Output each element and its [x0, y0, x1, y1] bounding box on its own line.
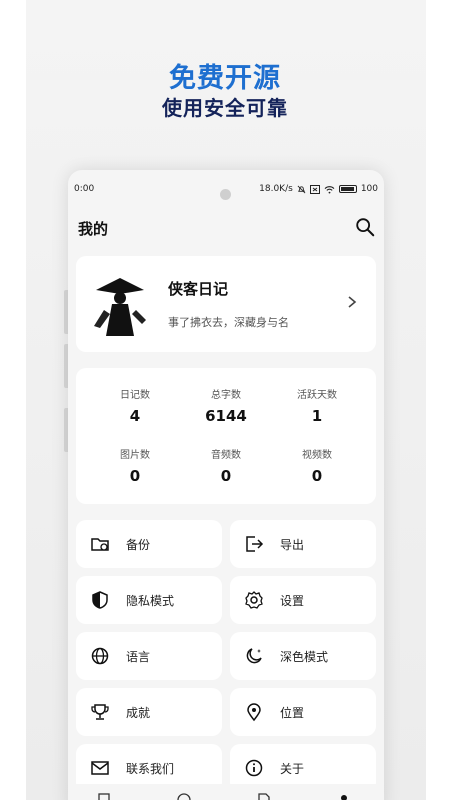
stat-image-count: 图片数 0	[90, 446, 180, 485]
menu-item-language[interactable]: 语言	[76, 632, 222, 680]
explore-nav-icon[interactable]	[176, 792, 192, 800]
stats-card: 日记数 4 总字数 6144 活跃天数 1 图片数 0 音频数 0 视频数 0	[76, 368, 376, 504]
menu-item-location[interactable]: 位置	[230, 688, 376, 736]
menu-label: 联系我们	[126, 762, 175, 776]
trophy-icon	[91, 704, 109, 720]
menu-label: 导出	[280, 538, 305, 552]
stat-word-count: 总字数 6144	[181, 386, 271, 425]
location-pin-icon	[247, 703, 261, 722]
battery-level: 100	[360, 184, 378, 194]
menu-label: 隐私模式	[126, 594, 175, 608]
folder-sync-icon	[91, 538, 109, 551]
sim-icon	[309, 184, 320, 194]
menu-label: 备份	[126, 538, 151, 552]
stat-label: 视频数	[302, 450, 332, 461]
menu-label: 语言	[126, 650, 151, 664]
stat-audio-count: 音频数 0	[181, 446, 271, 485]
avatar[interactable]	[90, 270, 150, 338]
menu-item-privacy[interactable]: 隐私模式	[76, 576, 222, 624]
app-bar: 我的	[68, 212, 384, 246]
stat-value: 4	[129, 407, 141, 425]
diary-nav-icon[interactable]	[96, 792, 112, 800]
status-time: 0:00	[74, 184, 95, 194]
profile-card[interactable]: 侠客日记 事了拂衣去，深藏身与名	[76, 256, 376, 352]
info-icon	[245, 759, 263, 777]
profile-bio: 事了拂衣去，深藏身与名	[168, 316, 289, 329]
menu-item-achievements[interactable]: 成就	[76, 688, 222, 736]
stat-value: 0	[220, 467, 232, 485]
promo-subline: 使用安全可靠	[162, 96, 288, 120]
page-title: 我的	[78, 220, 109, 238]
shield-icon	[92, 591, 108, 609]
menu-label: 关于	[280, 762, 305, 776]
menu-item-export[interactable]: 导出	[230, 520, 376, 568]
wifi-icon	[324, 185, 335, 194]
stat-value: 0	[129, 467, 141, 485]
search-icon[interactable]	[354, 216, 376, 238]
menu-label: 深色模式	[280, 650, 329, 664]
stat-label: 音频数	[211, 450, 241, 461]
profile-nav-icon[interactable]	[336, 792, 352, 800]
camera-icon	[220, 189, 231, 200]
phone-screen: 0:00 18.0K/s 100 我的 侠客日记 事了拂衣去，深藏身与名 日记数…	[68, 170, 384, 800]
mute-bell-icon	[297, 185, 306, 193]
stat-value: 6144	[205, 407, 247, 425]
promo-headline: 免费开源	[169, 63, 281, 94]
export-icon	[246, 536, 264, 552]
moon-icon	[246, 648, 262, 664]
status-indicators: 18.0K/s 100	[259, 184, 378, 194]
network-speed: 18.0K/s	[259, 184, 293, 194]
menu-label: 位置	[280, 706, 305, 720]
mail-icon	[91, 761, 109, 775]
stat-active-days: 活跃天数 1	[272, 386, 362, 425]
menu-item-dark-mode[interactable]: 深色模式	[230, 632, 376, 680]
stat-video-count: 视频数 0	[272, 446, 362, 485]
document-nav-icon[interactable]	[256, 792, 272, 800]
globe-icon	[91, 647, 109, 665]
stat-diary-count: 日记数 4	[90, 386, 180, 425]
status-bar: 0:00 18.0K/s 100	[68, 170, 384, 210]
menu-label: 成就	[126, 706, 151, 720]
stat-label: 活跃天数	[297, 390, 337, 401]
stat-value: 0	[311, 467, 323, 485]
stat-label: 图片数	[120, 450, 150, 461]
stat-value: 1	[311, 407, 323, 425]
menu-item-backup[interactable]: 备份	[76, 520, 222, 568]
menu-label: 设置	[280, 594, 305, 608]
bottom-nav	[68, 784, 384, 800]
menu-item-settings[interactable]: 设置	[230, 576, 376, 624]
stat-label: 日记数	[120, 390, 150, 401]
battery-icon	[338, 185, 357, 193]
gear-icon	[245, 591, 263, 609]
stat-label: 总字数	[211, 390, 241, 401]
chevron-right-icon	[348, 296, 357, 308]
profile-name: 侠客日记	[168, 280, 229, 298]
